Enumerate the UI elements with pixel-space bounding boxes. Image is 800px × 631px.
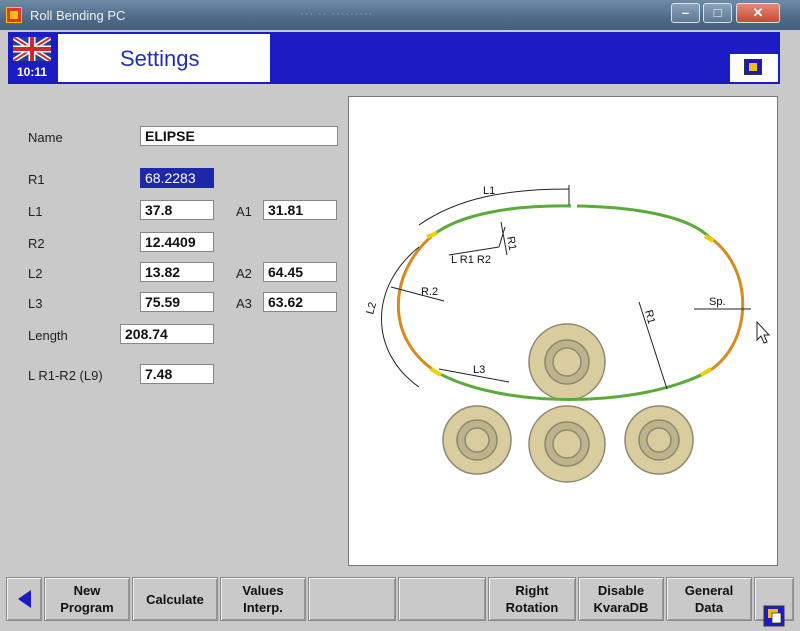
status-icon xyxy=(744,59,762,75)
disable-kvaradb-button[interactable]: Disable KvaraDB xyxy=(578,577,664,621)
lr1r2-label: L R1-R2 (L9) xyxy=(28,368,103,383)
help-icon xyxy=(763,588,785,627)
lr1r2-field[interactable]: 7.48 xyxy=(140,364,214,384)
l2-field[interactable]: 13.82 xyxy=(140,262,214,282)
shape-drawing-area: L1 R1 L R1 R2 R.2 L2 L3 R1 Sp. xyxy=(348,96,778,566)
name-field[interactable]: ELIPSE xyxy=(140,126,338,146)
window-titlebar: Roll Bending PC ··· ·· ········· – □ ✕ xyxy=(0,0,800,30)
dim-label-l1: L1 xyxy=(483,185,495,197)
a1-field[interactable]: 31.81 xyxy=(263,200,337,220)
clock: 10:11 xyxy=(16,65,48,79)
name-label: Name xyxy=(28,130,63,145)
a3-label: A3 xyxy=(236,296,252,311)
mouse-cursor-icon xyxy=(756,320,771,344)
a2-field[interactable]: 64.45 xyxy=(263,262,337,282)
window-ghost-text: ··· ·· ········· xyxy=(300,8,374,20)
roller-top xyxy=(528,323,606,401)
dim-label-l2: L2 xyxy=(364,301,379,316)
bottom-toolbar: New Program Calculate Values Interp. Rig… xyxy=(0,575,800,631)
ellipse-diagram: L1 R1 L R1 R2 R.2 L2 L3 R1 Sp. xyxy=(364,185,771,483)
r1-label: R1 xyxy=(28,172,45,187)
l3-label: L3 xyxy=(28,296,43,311)
page-title-box: Settings xyxy=(58,34,270,82)
l1-field[interactable]: 37.8 xyxy=(140,200,214,220)
r2-label: R2 xyxy=(28,236,45,251)
dim-label-l3: L3 xyxy=(473,364,485,376)
general-data-button[interactable]: General Data xyxy=(666,577,752,621)
profile-top-right-straight xyxy=(576,204,711,239)
settings-panel: Name ELIPSE R1 68.2283 L1 37.8 A1 31.81 … xyxy=(8,86,340,570)
values-interp-button[interactable]: Values Interp. xyxy=(220,577,306,621)
new-program-button[interactable]: New Program xyxy=(44,577,130,621)
status-box xyxy=(730,54,778,82)
empty-button-2[interactable] xyxy=(398,577,486,621)
rollers xyxy=(442,323,694,483)
length-label: Length xyxy=(28,328,68,343)
a1-label: A1 xyxy=(236,204,252,219)
a3-field[interactable]: 63.62 xyxy=(263,292,337,312)
back-button[interactable] xyxy=(6,577,42,621)
roller-bottom-left xyxy=(442,405,512,475)
window-title: Roll Bending PC xyxy=(30,8,126,23)
dim-label-r1-right: R1 xyxy=(642,309,657,326)
back-arrow-icon xyxy=(17,590,31,608)
dim-label-lr1r2: L R1 R2 xyxy=(451,254,491,266)
roller-bottom-right xyxy=(624,405,694,475)
dim-label-r1-top: R1 xyxy=(504,235,518,251)
l1-label: L1 xyxy=(28,204,43,219)
a2-label: A2 xyxy=(236,266,252,281)
profile-top-left-straight xyxy=(432,204,572,237)
profile-left-arc xyxy=(396,233,436,373)
page-title: Settings xyxy=(120,46,200,71)
right-rotation-button[interactable]: Right Rotation xyxy=(488,577,576,621)
help-button[interactable] xyxy=(754,577,794,627)
l2-label: L2 xyxy=(28,266,43,281)
length-field[interactable]: 208.74 xyxy=(120,324,214,344)
maximize-button[interactable]: □ xyxy=(703,3,732,23)
app-icon xyxy=(6,7,22,23)
dim-label-r2: R.2 xyxy=(421,286,438,298)
r1-field[interactable]: 68.2283 xyxy=(140,168,214,188)
roller-bottom-center xyxy=(528,405,606,483)
language-flag-box[interactable]: 10:11 xyxy=(8,32,56,84)
dim-label-sp: Sp. xyxy=(709,296,726,308)
calculate-button[interactable]: Calculate xyxy=(132,577,218,621)
l3-field[interactable]: 75.59 xyxy=(140,292,214,312)
r2-field[interactable]: 12.4409 xyxy=(140,232,214,252)
close-button[interactable]: ✕ xyxy=(736,3,780,23)
uk-flag-icon[interactable] xyxy=(13,37,51,61)
empty-button-1[interactable] xyxy=(308,577,396,621)
minimize-button[interactable]: – xyxy=(671,3,700,23)
header-bar: 10:11 Settings xyxy=(8,32,780,84)
